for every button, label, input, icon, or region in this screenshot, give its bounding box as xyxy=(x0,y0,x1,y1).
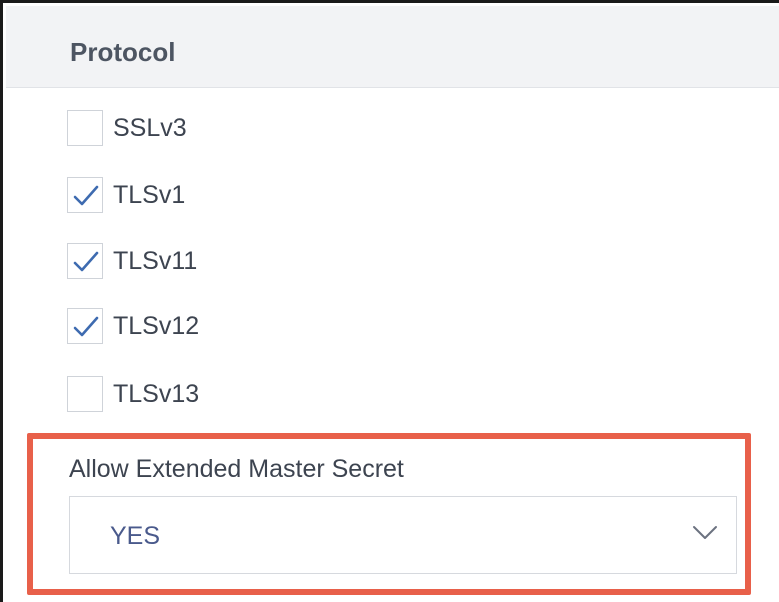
protocol-option-tlsv11[interactable]: TLSv11 xyxy=(67,241,197,281)
protocol-checkbox-tlsv1[interactable] xyxy=(67,177,103,213)
protocol-checkbox-sslv3[interactable] xyxy=(67,110,103,146)
protocol-label-tlsv12: TLSv12 xyxy=(113,312,200,340)
section-title: Protocol xyxy=(70,37,176,67)
protocol-option-sslv3[interactable]: SSLv3 xyxy=(67,108,187,148)
protocol-option-tlsv12[interactable]: TLSv12 xyxy=(67,306,199,346)
protocol-checkbox-tlsv11[interactable] xyxy=(67,243,103,279)
protocol-option-tlsv13[interactable]: TLSv13 xyxy=(67,374,199,414)
section-header: Protocol xyxy=(6,6,779,88)
check-icon xyxy=(73,316,99,337)
select-value: YES xyxy=(110,522,161,550)
protocol-label-sslv3: SSLv3 xyxy=(113,114,187,142)
ssl-parameters-panel: Protocol SSLv3 TLSv1 TLSv11 TLSv12 TLSv1… xyxy=(0,0,779,602)
protocol-label-tlsv11: TLSv11 xyxy=(113,247,198,275)
protocol-label-tlsv13: TLSv13 xyxy=(113,380,200,408)
extended-master-secret-label: Allow Extended Master Secret xyxy=(69,455,404,483)
check-icon xyxy=(73,185,99,206)
protocol-option-tlsv1[interactable]: TLSv1 xyxy=(67,175,185,215)
extended-master-secret-select[interactable]: YES xyxy=(69,496,737,574)
protocol-label-tlsv1: TLSv1 xyxy=(113,181,186,209)
protocol-checkbox-tlsv13[interactable] xyxy=(67,376,103,412)
protocol-checkbox-tlsv12[interactable] xyxy=(67,308,103,344)
chevron-down-icon[interactable] xyxy=(692,525,718,541)
check-icon xyxy=(73,251,99,272)
